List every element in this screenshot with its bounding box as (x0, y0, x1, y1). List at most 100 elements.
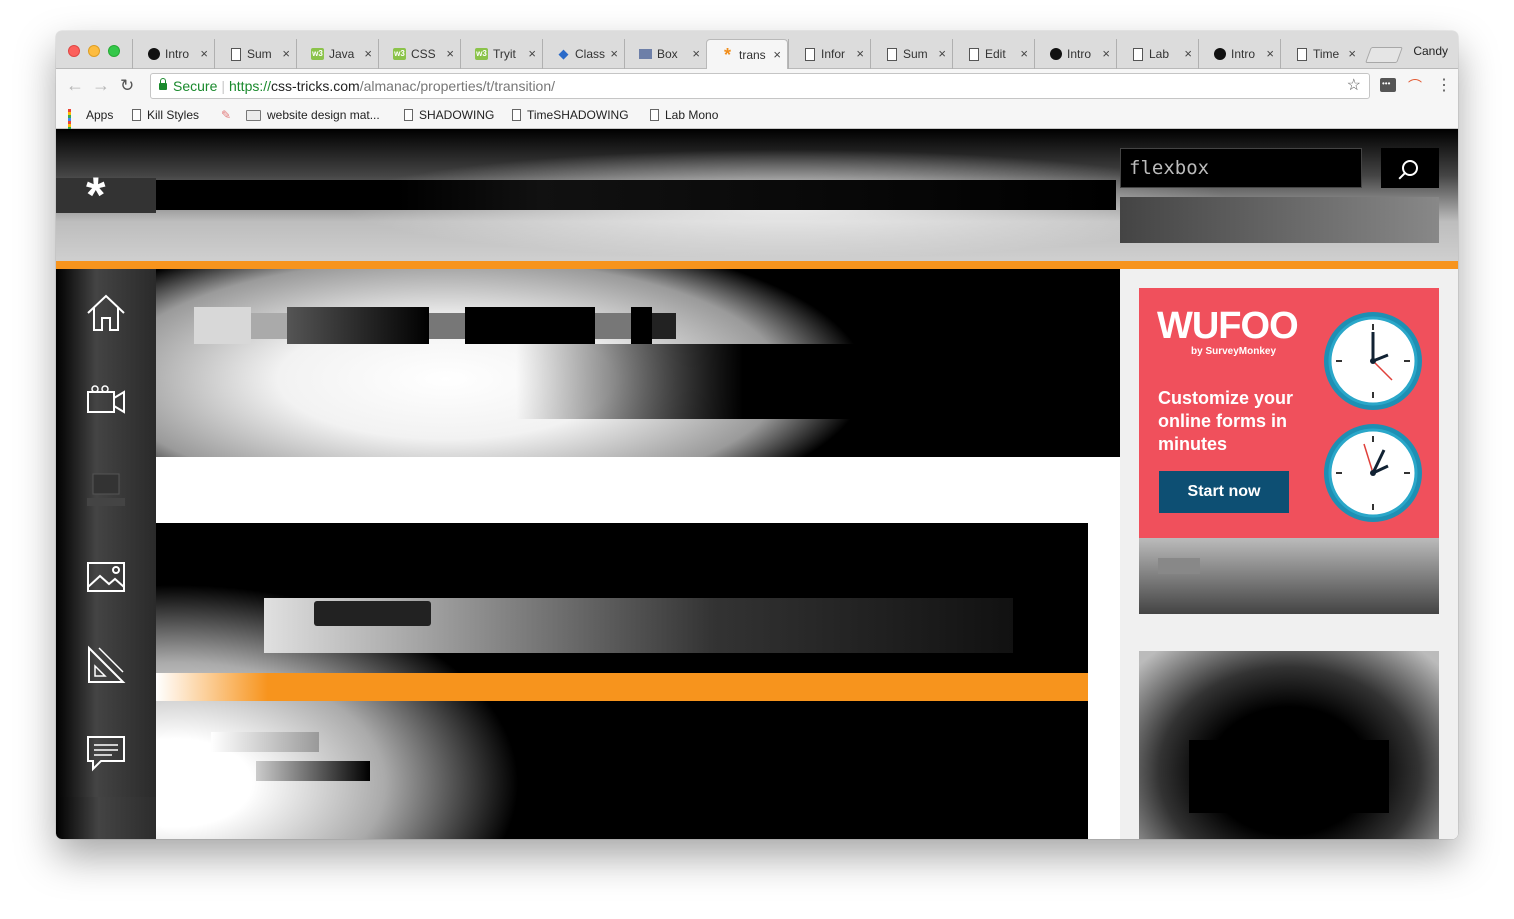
browser-tab[interactable]: Time × (1280, 39, 1362, 69)
tab-close-icon[interactable]: × (1348, 46, 1356, 61)
rail-item-home[interactable] (56, 269, 156, 357)
rail-item-chat[interactable] (56, 709, 156, 797)
article-card (156, 523, 1088, 839)
rainbow-extension-icon[interactable]: ⌒ (1408, 76, 1422, 96)
bookmarks-bar: Apps Kill Styles ✎ website design mat... SHA… (56, 103, 1458, 136)
page-viewport: * flexbox WUFOO by SurveyMonkey Customiz… (56, 129, 1458, 839)
site-title-bar (156, 180, 1116, 210)
address-bar[interactable]: Secure | https://css-tricks.com/almanac/pr… (150, 73, 1370, 99)
tab-close-icon[interactable]: × (938, 46, 946, 61)
bookmark-item[interactable]: SHADOWING (404, 108, 494, 122)
wufoo-ad[interactable]: WUFOO by SurveyMonkey Customize your onl… (1139, 288, 1439, 538)
doc-icon (404, 109, 413, 121)
sidebar-promo (1139, 651, 1439, 839)
article-hero (156, 269, 1120, 457)
browser-tab[interactable]: Intro × (132, 39, 214, 69)
tab-label: Sum (903, 47, 928, 61)
browser-tab[interactable]: Box × (624, 39, 706, 69)
bookmark-item[interactable]: Lab Mono (650, 108, 718, 122)
bookmark-item[interactable]: website design mat... (246, 108, 380, 122)
browser-tab[interactable]: w3 CSS × (378, 39, 460, 69)
tab-label: Java (329, 47, 355, 61)
rail-item-laptop[interactable] (56, 445, 156, 533)
url-separator: | (221, 78, 225, 94)
forward-arrow-icon[interactable]: → (92, 75, 110, 96)
sidebar-promo-inner (1189, 740, 1389, 813)
ad-copy: Customize your online forms in minutes (1158, 388, 1294, 454)
tab-close-icon[interactable]: × (528, 46, 536, 61)
tab-close-icon[interactable]: × (692, 46, 700, 61)
feather-icon: ✎ (221, 108, 232, 122)
menu-dots-icon[interactable]: ⋮ (1436, 75, 1452, 95)
card-accent-bar (156, 673, 1088, 701)
bookmark-item[interactable]: Kill Styles (132, 108, 199, 122)
bookmark-star-icon[interactable]: ☆ (1347, 74, 1361, 98)
breadcrumb-segment[interactable] (287, 307, 429, 344)
new-tab-button[interactable] (1365, 47, 1403, 63)
browser-tab[interactable]: Edit × (952, 39, 1034, 69)
search-results-bar (1120, 197, 1439, 243)
bookmark-item[interactable]: Apps (68, 108, 114, 136)
search-button[interactable] (1381, 148, 1439, 188)
tab-close-icon[interactable]: × (1184, 46, 1192, 61)
site-logo-star-icon[interactable]: * (86, 170, 105, 220)
tab-close-icon[interactable]: × (773, 47, 781, 62)
browser-tab[interactable]: Intro × (1034, 39, 1116, 69)
card-tag[interactable] (314, 601, 431, 626)
tab-close-icon[interactable]: × (856, 46, 864, 61)
bookmark-label: Lab Mono (665, 108, 719, 122)
tab-label: Sum (247, 47, 272, 61)
tab-close-icon[interactable]: × (1102, 46, 1110, 61)
browser-tab[interactable]: Infor × (788, 39, 870, 69)
browser-tab[interactable]: w3 Java × (296, 39, 378, 69)
dot-favicon (1213, 48, 1226, 61)
browser-tab[interactable]: Sum × (214, 39, 296, 69)
maximize-window-button[interactable] (108, 45, 120, 57)
bookmark-item[interactable]: ✎ (221, 108, 237, 122)
main-content (156, 269, 1120, 839)
rail-item-video[interactable] (56, 357, 156, 445)
search-input[interactable]: flexbox (1120, 148, 1362, 188)
url-scheme: https:// (229, 78, 272, 94)
rail-item-design[interactable] (56, 621, 156, 709)
breadcrumb-segment[interactable] (465, 307, 595, 344)
browser-tab[interactable]: Sum × (870, 39, 952, 69)
minimize-window-button[interactable] (88, 45, 100, 57)
dot-favicon (147, 48, 160, 61)
bookmark-item[interactable]: TimeSHADOWING (512, 108, 629, 122)
rail-item-image[interactable] (56, 533, 156, 621)
tab-close-icon[interactable]: × (200, 46, 208, 61)
tab-close-icon[interactable]: × (1266, 46, 1274, 61)
browser-tab[interactable]: Intro × (1198, 39, 1280, 69)
breadcrumb-separator (429, 313, 465, 339)
ad-logo: WUFOO (1157, 305, 1299, 347)
profile-name[interactable]: Candy (1413, 44, 1448, 58)
breadcrumb-separator (251, 313, 287, 339)
doc-favicon (229, 47, 242, 61)
ad-start-button[interactable]: Start now (1159, 471, 1289, 513)
tab-label: Edit (985, 47, 1006, 61)
tab-close-icon[interactable]: × (446, 46, 454, 61)
browser-tab[interactable]: * trans × (706, 39, 788, 70)
browser-tab[interactable]: Lab × (1116, 39, 1198, 69)
folder-icon (246, 109, 261, 121)
browser-tab[interactable]: ◆ Class × (542, 39, 624, 69)
breadcrumb-segment[interactable] (194, 307, 251, 344)
extension-icon[interactable] (1380, 78, 1396, 92)
doc-favicon (967, 47, 980, 61)
tab-close-icon[interactable]: × (1020, 46, 1028, 61)
tab-close-icon[interactable]: × (282, 46, 290, 61)
tab-close-icon[interactable]: × (364, 46, 372, 61)
doc-favicon (1295, 47, 1308, 61)
close-window-button[interactable] (68, 45, 80, 57)
reload-icon[interactable]: ↻ (120, 76, 134, 96)
secure-label: Secure (173, 78, 218, 94)
back-arrow-icon[interactable]: ← (66, 75, 84, 96)
rail-item-more[interactable] (56, 797, 162, 839)
browser-tab[interactable]: w3 Tryit × (460, 39, 542, 69)
bookmark-label: Apps (86, 108, 114, 122)
tab-label: Intro (1231, 47, 1256, 61)
tab-label: Lab (1149, 47, 1170, 61)
tab-close-icon[interactable]: × (610, 46, 618, 61)
doc-favicon (885, 47, 898, 61)
